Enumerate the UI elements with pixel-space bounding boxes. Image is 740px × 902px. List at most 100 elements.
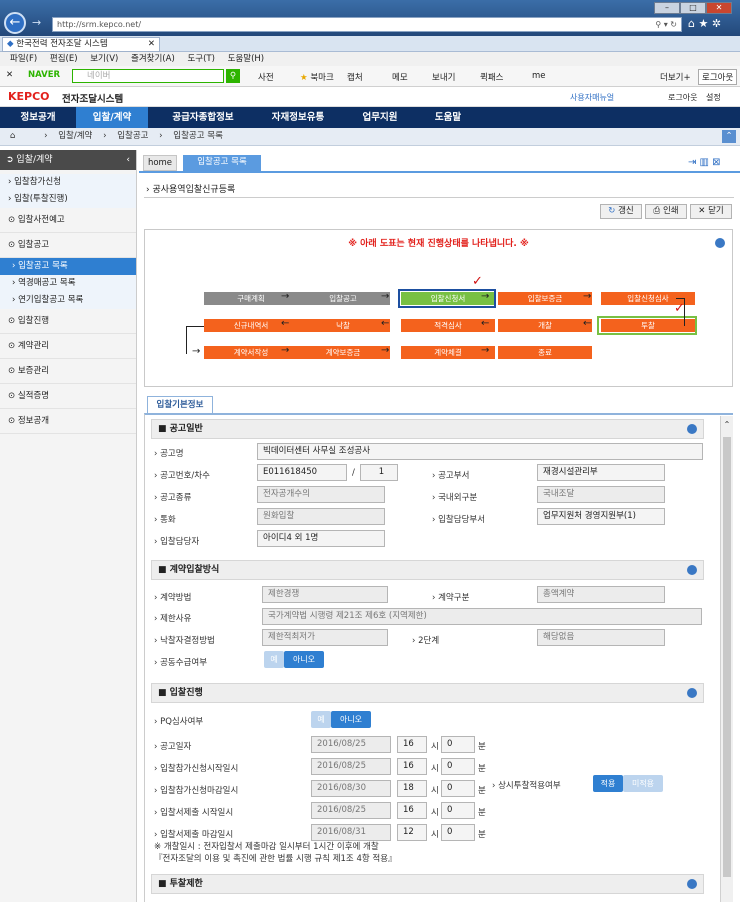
search-refresh-icon[interactable]: ⚲ ▾ ↻: [655, 19, 677, 31]
search-icon[interactable]: ⚲: [226, 69, 240, 83]
breadcrumb-item[interactable]: 입찰공고 목록: [173, 131, 223, 141]
close-toolbar-icon[interactable]: ✕: [6, 70, 13, 80]
notice-number-field[interactable]: E011618450: [257, 464, 347, 481]
pq-yes-toggle[interactable]: 예: [311, 711, 331, 728]
scroll-up-icon[interactable]: ⌃: [721, 420, 733, 429]
settings-link[interactable]: 설정: [706, 92, 721, 103]
minute-field[interactable]: 0: [441, 780, 475, 797]
notice-type-field[interactable]: 전자공개수의: [257, 486, 385, 503]
sidebar-item[interactable]: › 입찰참가신청: [0, 174, 136, 191]
notice-name-field[interactable]: 빅데이터센터 사무실 조성공사: [257, 443, 703, 460]
minute-field[interactable]: 0: [441, 758, 475, 775]
minute-field[interactable]: 0: [441, 802, 475, 819]
scroll-thumb[interactable]: [723, 437, 731, 877]
minute-field[interactable]: 0: [441, 736, 475, 753]
more-button[interactable]: 더보기+: [660, 71, 691, 83]
forward-button[interactable]: →: [32, 16, 41, 29]
tab-bid-notice-list[interactable]: 입찰공고 목록: [183, 155, 261, 171]
restriction-reason-field[interactable]: 국가계약법 시행령 제21조 제6호 (지역제한): [262, 608, 702, 625]
joint-no-toggle[interactable]: 아니오: [284, 651, 324, 668]
chevron-up-icon[interactable]: ⌃: [722, 130, 736, 143]
naver-logout-button[interactable]: 로그아웃: [698, 69, 738, 85]
scrollbar[interactable]: ⌃: [720, 416, 733, 902]
tab-bid-basic-info[interactable]: 입찰기본정보: [147, 396, 213, 413]
two-stage-field[interactable]: 해당없음: [537, 629, 665, 646]
award-method-field[interactable]: 제한적최저가: [262, 629, 388, 646]
sidebar-item[interactable]: ⊙ 보증관리: [0, 359, 136, 384]
sidebar-item[interactable]: › 연기입찰공고 목록: [0, 292, 136, 309]
memo-button[interactable]: 메모: [392, 71, 408, 83]
address-bar[interactable]: http://srm.kepco.net/ ⚲ ▾ ↻: [52, 17, 682, 32]
close-window-button[interactable]: ✕: [706, 2, 732, 14]
notice-round-field[interactable]: 1: [360, 464, 398, 481]
date-field[interactable]: 2016/08/25: [311, 758, 391, 775]
dictionary-button[interactable]: 사전: [258, 71, 274, 83]
hour-field[interactable]: 16: [397, 736, 427, 753]
print-button[interactable]: ⎙ 인쇄: [645, 204, 687, 219]
nav-supplier-info[interactable]: 공급자종합정보: [160, 107, 246, 128]
hour-field[interactable]: 16: [397, 802, 427, 819]
nav-material-info[interactable]: 자재정보유통: [258, 107, 338, 128]
refresh-button[interactable]: ↻ 갱신: [600, 204, 642, 219]
hour-field[interactable]: 18: [397, 780, 427, 797]
maximize-button[interactable]: □: [680, 2, 706, 14]
sidebar-item[interactable]: ⊙ 입찰공고: [0, 233, 136, 258]
menu-tools[interactable]: 도구(T): [187, 54, 214, 64]
minimize-button[interactable]: –: [654, 2, 680, 14]
breadcrumb-item[interactable]: 입찰공고: [117, 131, 148, 141]
nav-work-support[interactable]: 업무지원: [350, 107, 410, 128]
close-button[interactable]: ✕ 닫기: [690, 204, 732, 219]
sidebar-item[interactable]: ⊙ 계약관리: [0, 334, 136, 359]
home-icon[interactable]: ⌂: [10, 131, 15, 141]
menu-edit[interactable]: 편집(E): [50, 54, 78, 64]
date-field[interactable]: 2016/08/31: [311, 824, 391, 841]
capture-button[interactable]: 캡처: [347, 71, 363, 83]
domestic-field[interactable]: 국내조달: [537, 486, 665, 503]
collapse-icon[interactable]: [687, 879, 697, 889]
sidebar-item[interactable]: › 입찰(투찰진행): [0, 191, 136, 208]
bookmark-button[interactable]: ★ 북마크: [300, 71, 334, 83]
date-field[interactable]: 2016/08/25: [311, 802, 391, 819]
menu-help[interactable]: 도움말(H): [228, 54, 264, 64]
logout-link[interactable]: 로그아웃: [668, 92, 697, 103]
back-button[interactable]: ←: [4, 12, 26, 34]
naver-search-input[interactable]: 네이버: [72, 69, 224, 83]
joint-yes-toggle[interactable]: 예: [264, 651, 284, 668]
sidebar-item[interactable]: ⊙ 입찰사전예고: [0, 208, 136, 233]
minute-field[interactable]: 0: [441, 824, 475, 841]
menu-view[interactable]: 보기(V): [90, 54, 118, 64]
collapse-icon[interactable]: [687, 688, 697, 698]
send-button[interactable]: 보내기: [432, 71, 455, 83]
sidebar-item[interactable]: ⊙ 실적증명: [0, 384, 136, 409]
tab-close-icon[interactable]: ✕: [148, 38, 155, 51]
currency-field[interactable]: 원화입찰: [257, 508, 385, 525]
menu-favorites[interactable]: 즐겨찾기(A): [131, 54, 175, 64]
me-button[interactable]: me: [532, 71, 546, 81]
nav-bid-contract[interactable]: 입찰/계약: [76, 107, 148, 128]
hour-field[interactable]: 16: [397, 758, 427, 775]
always-apply-toggle[interactable]: 적용: [593, 775, 623, 792]
breadcrumb-item[interactable]: 입찰/계약: [58, 131, 92, 141]
chevron-left-icon[interactable]: ‹: [126, 150, 130, 170]
date-field[interactable]: 2016/08/30: [311, 780, 391, 797]
always-not-apply-toggle[interactable]: 미적용: [623, 775, 663, 792]
sidebar-item[interactable]: › 역경매공고 목록: [0, 275, 136, 292]
date-field[interactable]: 2016/08/25: [311, 736, 391, 753]
contract-method-field[interactable]: 제한경쟁: [262, 586, 388, 603]
quickpass-button[interactable]: 퀵패스: [480, 71, 503, 83]
collapse-icon[interactable]: [715, 238, 725, 248]
nav-help[interactable]: 도움말: [420, 107, 476, 128]
user-manual-link[interactable]: 사용자매뉴얼: [570, 92, 614, 103]
manager-dept-field[interactable]: 업무지원처 경영지원부(1): [537, 508, 665, 525]
contract-category-field[interactable]: 총액계약: [537, 586, 665, 603]
sidebar-item[interactable]: ⊙ 정보공개: [0, 409, 136, 434]
nav-info-disclosure[interactable]: 정보공개: [0, 107, 76, 128]
tab-home[interactable]: home: [143, 155, 177, 171]
menu-file[interactable]: 파일(F): [10, 54, 37, 64]
collapse-icon[interactable]: [687, 424, 697, 434]
hour-field[interactable]: 12: [397, 824, 427, 841]
sidebar-item[interactable]: ⊙ 입찰진행: [0, 309, 136, 334]
collapse-icon[interactable]: [687, 565, 697, 575]
sidebar-item[interactable]: › 입찰공고 목록: [0, 258, 136, 275]
notice-dept-field[interactable]: 재경시설관리부: [537, 464, 665, 481]
